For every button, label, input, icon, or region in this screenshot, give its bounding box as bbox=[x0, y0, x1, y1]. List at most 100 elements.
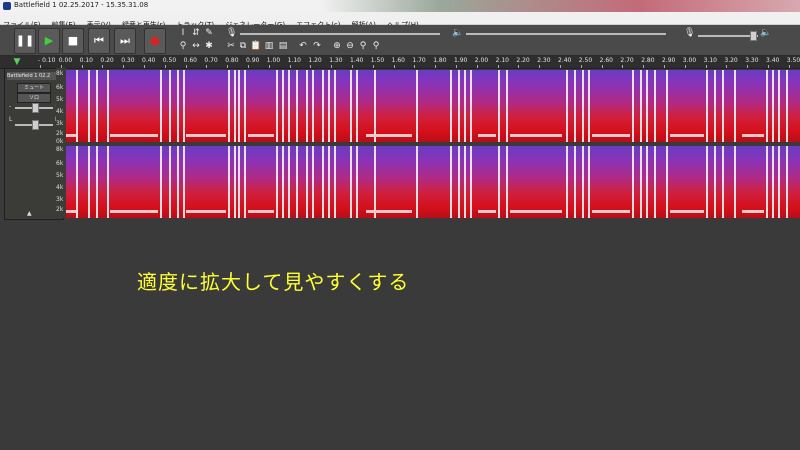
silence-gap bbox=[666, 70, 668, 142]
record-volume-knob[interactable] bbox=[750, 31, 757, 41]
silence-gap bbox=[96, 146, 98, 218]
draw-tool-icon[interactable]: ✎ bbox=[204, 28, 214, 38]
timeshift-tool-icon[interactable]: ↔ bbox=[191, 41, 201, 51]
silence-gap bbox=[566, 146, 568, 218]
silence-gap bbox=[322, 146, 324, 218]
low-frequency-band bbox=[248, 210, 274, 213]
scale-label: 2k bbox=[56, 130, 64, 137]
stop-button[interactable]: ■ bbox=[62, 28, 84, 54]
silence-gap bbox=[786, 146, 788, 218]
silence-gap bbox=[574, 70, 576, 142]
silence-gap bbox=[778, 146, 780, 218]
pan-knob[interactable] bbox=[32, 120, 39, 130]
silence-gap bbox=[282, 146, 284, 218]
recording-meter[interactable] bbox=[240, 33, 440, 35]
timeline-pin-icon[interactable]: ▼ bbox=[12, 57, 22, 67]
copy-icon[interactable]: ⧉ bbox=[238, 41, 248, 51]
low-frequency-band bbox=[670, 134, 704, 137]
paste-icon[interactable]: 📋 bbox=[250, 41, 261, 51]
low-frequency-band bbox=[66, 134, 76, 137]
fit-project-icon[interactable]: ⚲ bbox=[371, 41, 381, 51]
silence-gap bbox=[244, 146, 246, 218]
cut-icon[interactable]: ✂ bbox=[226, 41, 236, 51]
microphone-icon: 🎙 bbox=[226, 28, 238, 38]
undo-icon[interactable]: ↶ bbox=[298, 41, 308, 51]
window-title: Battlefield 1 02.25.2017 - 15.35.31.08 bbox=[14, 1, 149, 9]
scale-label: 8k bbox=[56, 146, 64, 153]
silence-gap bbox=[470, 146, 472, 218]
silence-gap bbox=[322, 70, 324, 142]
playback-meter[interactable] bbox=[466, 33, 666, 35]
record-volume-slider[interactable] bbox=[698, 35, 758, 37]
scale-label: 3k bbox=[56, 196, 64, 203]
silence-gap bbox=[450, 70, 452, 142]
scale-label: 5k bbox=[56, 96, 64, 103]
timeline-tick-label: 0.60 bbox=[183, 57, 197, 64]
silence-gap bbox=[772, 146, 774, 218]
gain-knob[interactable] bbox=[32, 103, 39, 113]
silence-gap bbox=[714, 70, 716, 142]
skip-to-end-button[interactable]: ⏭ bbox=[114, 28, 136, 54]
timeline-tick-label: 0.30 bbox=[121, 57, 135, 64]
skip-to-start-button[interactable]: ⏮ bbox=[88, 28, 110, 54]
collapse-track-icon[interactable]: ▲ bbox=[27, 210, 32, 217]
envelope-tool-icon[interactable]: ⇵ bbox=[191, 28, 201, 38]
silence-gap bbox=[228, 70, 230, 142]
timeline-tick-label: 1.20 bbox=[308, 57, 322, 64]
silence-gap bbox=[244, 70, 246, 142]
trim-icon[interactable]: ▥ bbox=[264, 41, 274, 51]
timeline-tick-label: 1.70 bbox=[412, 57, 426, 64]
pause-button[interactable]: ❚❚ bbox=[14, 28, 36, 54]
timeline-tick-label: 1.90 bbox=[454, 57, 468, 64]
multi-tool-icon[interactable]: ✱ bbox=[204, 41, 214, 51]
silence-gap bbox=[312, 70, 314, 142]
zoom-in-icon[interactable]: ⊕ bbox=[332, 41, 342, 51]
selection-tool-icon[interactable]: I bbox=[178, 28, 188, 38]
solo-button[interactable]: ソロ bbox=[17, 93, 51, 103]
silence-gap bbox=[228, 146, 230, 218]
spectrogram-channel-right[interactable] bbox=[66, 146, 800, 218]
silence-gap bbox=[458, 146, 460, 218]
low-frequency-band bbox=[592, 210, 630, 213]
silence-gap bbox=[772, 70, 774, 142]
low-frequency-band bbox=[478, 134, 496, 137]
timeline-tick-label: 2.60 bbox=[599, 57, 613, 64]
title-bar: Battlefield 1 02.25.2017 - 15.35.31.08 bbox=[0, 0, 800, 12]
silence-gap bbox=[234, 70, 236, 142]
timeline-tick-label: 2.70 bbox=[620, 57, 634, 64]
timeline-tick-label: 1.50 bbox=[370, 57, 385, 64]
silence-gap bbox=[654, 70, 656, 142]
low-frequency-band bbox=[510, 134, 562, 137]
play-button[interactable]: ▶ bbox=[38, 28, 60, 54]
mute-button[interactable]: ミュート bbox=[17, 83, 51, 93]
low-frequency-band bbox=[742, 134, 764, 137]
record-button[interactable]: ● bbox=[144, 28, 166, 54]
timeline-tick-label: 3.00 bbox=[682, 57, 697, 64]
speaker-icon: 🔈 bbox=[452, 28, 464, 38]
low-frequency-band bbox=[248, 134, 274, 137]
pan-left-label: L bbox=[9, 116, 13, 123]
menu-bar: ファイル(F) 編集(E) 表示(V) 録音と再生(r) トラック(T) ジェネ… bbox=[0, 12, 800, 29]
silence-gap bbox=[276, 70, 278, 142]
low-frequency-band bbox=[66, 210, 76, 213]
silence-gap bbox=[416, 70, 418, 142]
silence-gap bbox=[632, 70, 634, 142]
silence-icon[interactable]: ▤ bbox=[278, 41, 288, 51]
silence-gap bbox=[288, 146, 290, 218]
timeline-tick-label: 2.20 bbox=[516, 57, 530, 64]
fit-selection-icon[interactable]: ⚲ bbox=[358, 41, 368, 51]
timeline-tick-label: 3.40 bbox=[766, 57, 780, 64]
redo-icon[interactable]: ↷ bbox=[312, 41, 322, 51]
zoom-tool-icon[interactable]: ⚲ bbox=[178, 41, 188, 51]
silence-gap bbox=[76, 146, 78, 218]
track-name[interactable]: Battlefield 1 02.2 bbox=[7, 72, 60, 80]
zoom-out-icon[interactable]: ⊖ bbox=[345, 41, 355, 51]
silence-gap bbox=[646, 70, 648, 142]
silence-gap bbox=[177, 146, 179, 218]
timeline-tick-label: 2.90 bbox=[662, 57, 676, 64]
spectrogram-view[interactable] bbox=[66, 68, 800, 218]
timeline-tick-label: 1.40 bbox=[350, 57, 364, 64]
spectrogram-channel-left[interactable] bbox=[66, 70, 800, 142]
silence-gap bbox=[107, 70, 109, 142]
timeline-tick-label: 2.50 bbox=[578, 57, 593, 64]
